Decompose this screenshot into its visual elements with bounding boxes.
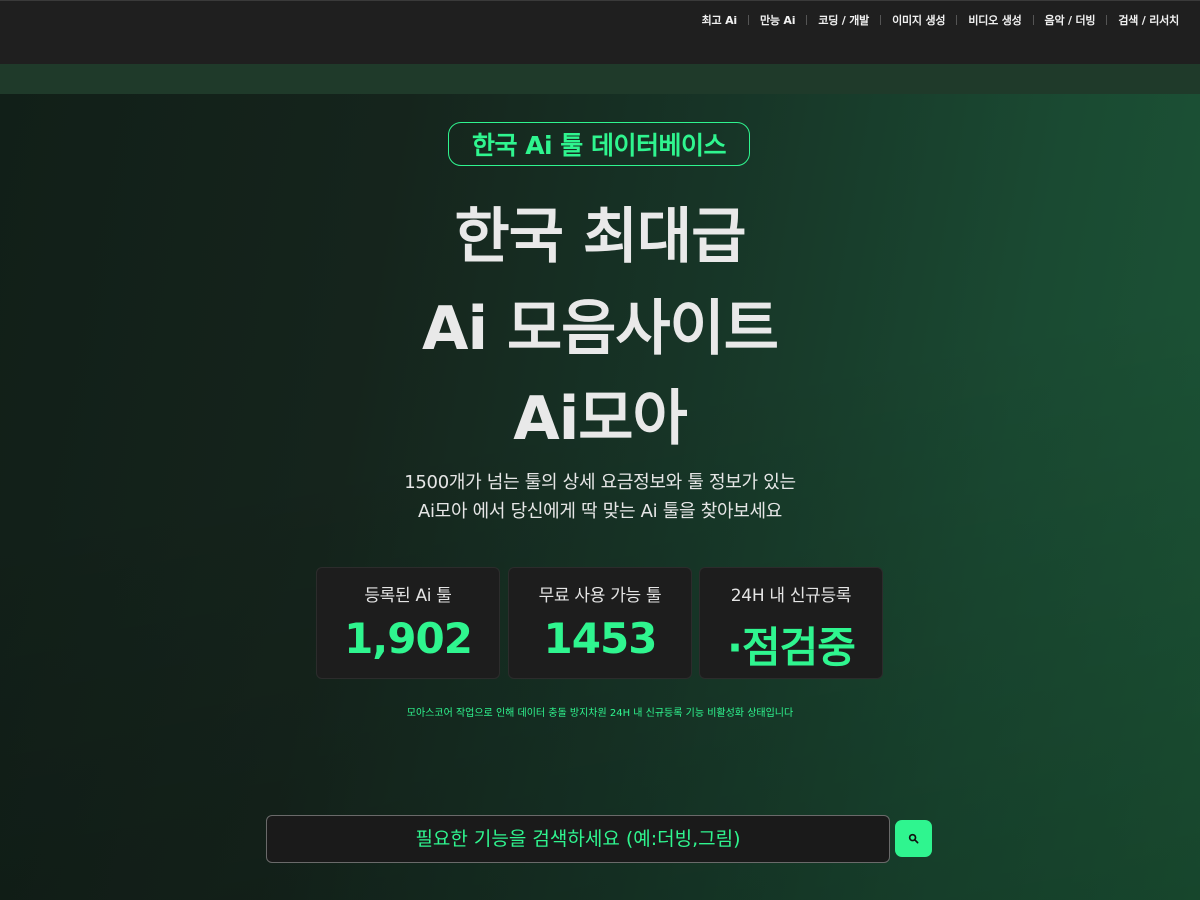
stat-label: 24H 내 신규등록	[730, 586, 852, 606]
database-badge: 한국 Ai 툴 데이터베이스	[448, 122, 750, 166]
hero-title-line-2: Ai 모음사이트	[422, 294, 779, 364]
nav-item-image-generation[interactable]: 이미지 생성	[881, 12, 956, 28]
stat-card-free-tools: 무료 사용 가능 툴 1453	[508, 567, 692, 679]
top-navigation-bar: 최고 Ai 만능 Ai 코딩 / 개발 이미지 생성 비디오 생성 음악 / 더…	[0, 0, 1200, 64]
nav-item-coding[interactable]: 코딩 / 개발	[807, 12, 880, 28]
stat-card-new-registrations: 24H 내 신규등록 ·점검중	[699, 567, 883, 679]
hero-subtitle-line-1: 1500개가 넘는 툴의 상세 요금정보와 툴 정보가 있는	[404, 472, 796, 493]
nav-item-all-purpose-ai[interactable]: 만능 Ai	[749, 12, 806, 28]
search-input[interactable]	[267, 816, 889, 862]
search-box	[266, 815, 890, 863]
hero-title-line-1: 한국 최대급	[454, 202, 747, 272]
hero-title-line-3: Ai모아	[513, 384, 687, 454]
main-nav: 최고 Ai 만능 Ai 코딩 / 개발 이미지 생성 비디오 생성 음악 / 더…	[691, 12, 1190, 28]
hero-subtitle-line-2: Ai모아 에서 당신에게 딱 맞는 Ai 툴을 찾아보세요	[417, 501, 783, 522]
stat-label: 무료 사용 가능 툴	[538, 586, 662, 606]
stat-card-registered-tools: 등록된 Ai 툴 1,902	[316, 567, 500, 679]
nav-item-music-dubbing[interactable]: 음악 / 더빙	[1034, 12, 1107, 28]
search-icon	[908, 829, 919, 848]
stat-value: ·점검중	[727, 623, 856, 672]
stat-label: 등록된 Ai 툴	[364, 586, 452, 606]
search-button[interactable]	[895, 820, 932, 857]
nav-item-video-generation[interactable]: 비디오 생성	[957, 12, 1032, 28]
stat-value: 1,902	[344, 614, 473, 663]
header-stripe	[0, 64, 1200, 94]
stat-value: 1453	[543, 614, 658, 663]
maintenance-notice: 모아스코어 작업으로 인해 데이터 충돌 방지차원 24H 내 신규등록 기능 …	[406, 708, 794, 719]
nav-item-search-research[interactable]: 검색 / 리서치	[1107, 12, 1190, 28]
nav-item-best-ai[interactable]: 최고 Ai	[691, 12, 748, 28]
